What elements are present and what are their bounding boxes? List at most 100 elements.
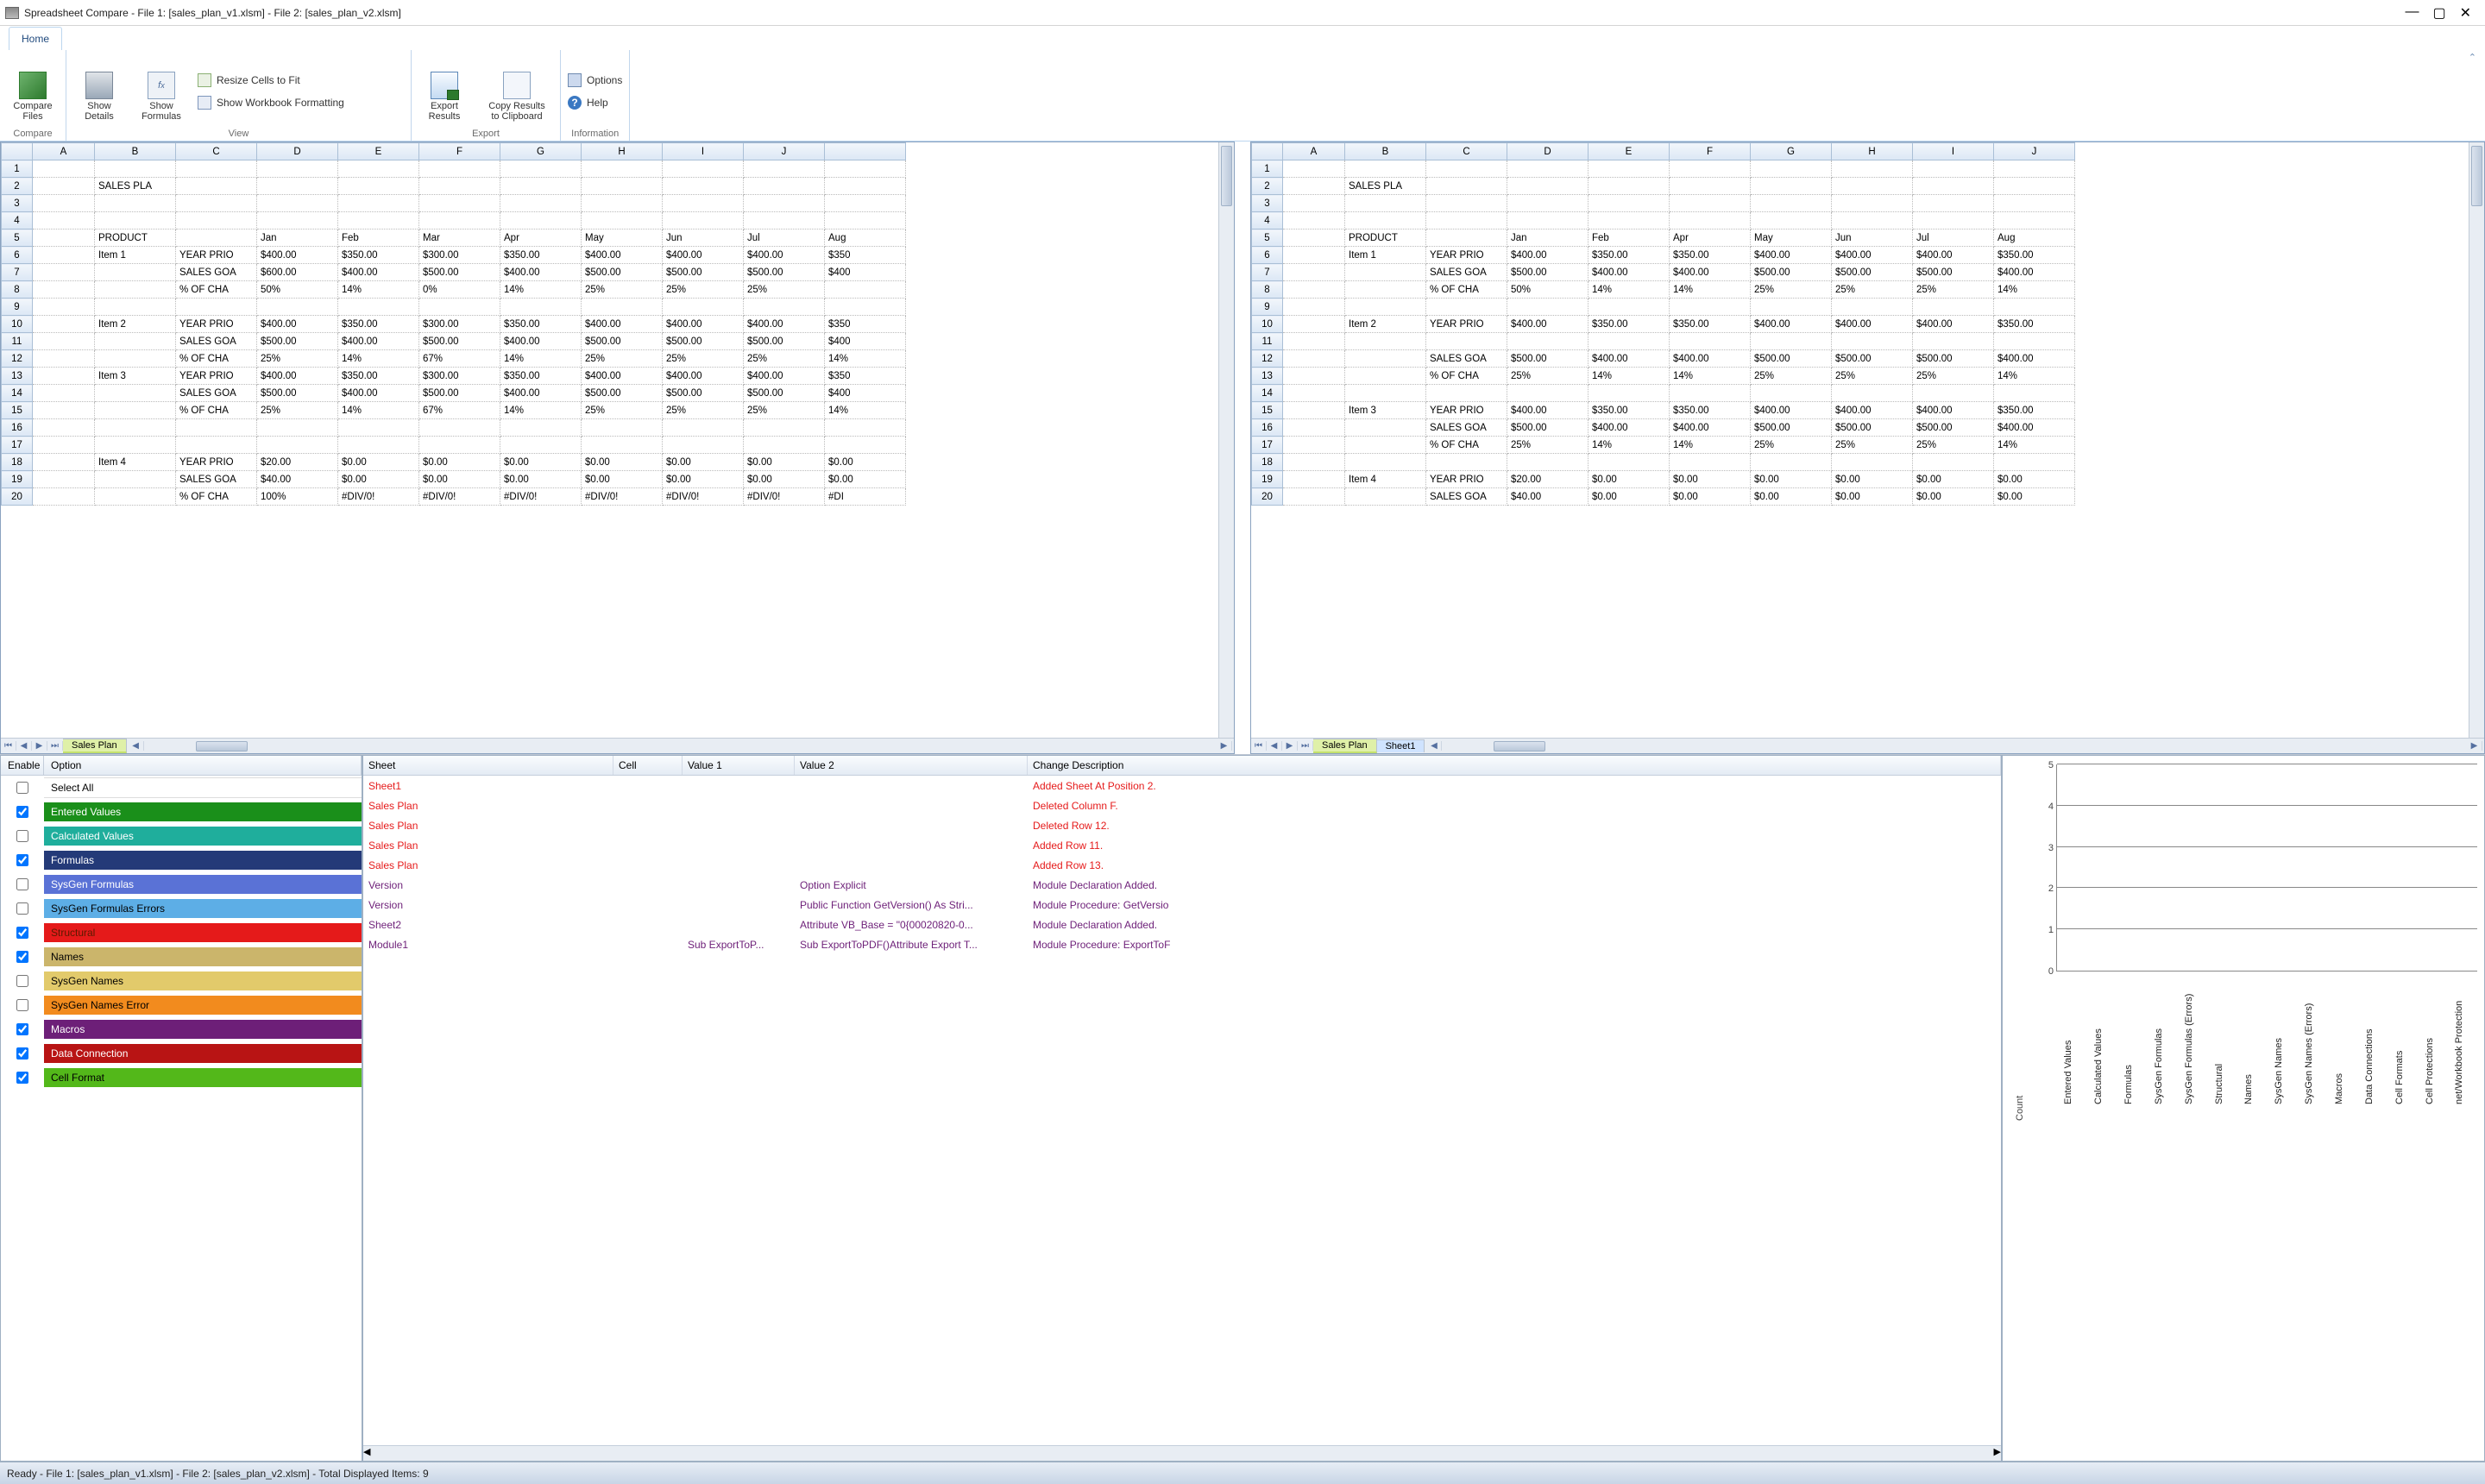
- cell[interactable]: $400.00: [744, 316, 825, 333]
- cell[interactable]: SALES GOA: [176, 385, 257, 402]
- left-sheet-tab[interactable]: Sales Plan: [63, 739, 127, 753]
- cell[interactable]: 14%: [825, 350, 906, 368]
- cell[interactable]: [1832, 299, 1913, 316]
- cell[interactable]: Aug: [1994, 230, 2075, 247]
- cell[interactable]: $400.00: [1994, 419, 2075, 437]
- row-header[interactable]: 6: [1252, 247, 1283, 264]
- cell[interactable]: 25%: [744, 402, 825, 419]
- cell[interactable]: $0.00: [500, 454, 582, 471]
- cell[interactable]: [500, 437, 582, 454]
- cell[interactable]: $0.00: [1751, 471, 1832, 488]
- cell[interactable]: [1507, 454, 1589, 471]
- row-header[interactable]: 6: [2, 247, 33, 264]
- cell[interactable]: 25%: [1751, 281, 1832, 299]
- cell[interactable]: [257, 160, 338, 178]
- cell[interactable]: [1507, 195, 1589, 212]
- cell[interactable]: #DIV/0!: [582, 488, 663, 506]
- cell[interactable]: [95, 195, 176, 212]
- cell[interactable]: [582, 212, 663, 230]
- row-header[interactable]: 8: [1252, 281, 1283, 299]
- copy-results-button[interactable]: Copy Results to Clipboard: [481, 60, 553, 123]
- cell[interactable]: [1832, 385, 1913, 402]
- cell[interactable]: Item 1: [95, 247, 176, 264]
- result-row[interactable]: Sheet2Attribute VB_Base = "0{00020820-0.…: [363, 915, 2001, 934]
- row-header[interactable]: 12: [1252, 350, 1283, 368]
- cell[interactable]: [1832, 160, 1913, 178]
- cell[interactable]: [33, 230, 95, 247]
- cell[interactable]: [33, 333, 95, 350]
- cell[interactable]: $0.00: [1751, 488, 1832, 506]
- row-header[interactable]: 7: [2, 264, 33, 281]
- cell[interactable]: $400.00: [582, 368, 663, 385]
- row-header[interactable]: 1: [2, 160, 33, 178]
- cell[interactable]: [257, 212, 338, 230]
- col-desc[interactable]: Change Description: [1028, 756, 2001, 775]
- cell[interactable]: [744, 299, 825, 316]
- cell[interactable]: [825, 212, 906, 230]
- option-checkbox[interactable]: [16, 782, 28, 794]
- cell[interactable]: [1994, 212, 2075, 230]
- cell[interactable]: Item 1: [1345, 247, 1426, 264]
- cell[interactable]: [33, 454, 95, 471]
- cell[interactable]: 25%: [663, 281, 744, 299]
- cell[interactable]: [419, 212, 500, 230]
- result-row[interactable]: Sales PlanDeleted Row 12.: [363, 815, 2001, 835]
- results-list[interactable]: Sheet1Added Sheet At Position 2.Sales Pl…: [363, 776, 2001, 1445]
- cell[interactable]: $0.00: [338, 471, 419, 488]
- cell[interactable]: [1345, 419, 1426, 437]
- cell[interactable]: [1283, 333, 1345, 350]
- cell[interactable]: [663, 178, 744, 195]
- row-header[interactable]: 3: [1252, 195, 1283, 212]
- cell[interactable]: $20.00: [1507, 471, 1589, 488]
- cell[interactable]: $600.00: [257, 264, 338, 281]
- cell[interactable]: [1589, 299, 1670, 316]
- tab-nav-first[interactable]: ⏮: [1, 741, 16, 751]
- cell[interactable]: [1670, 178, 1751, 195]
- cell[interactable]: 14%: [1994, 437, 2075, 454]
- cell[interactable]: [1283, 385, 1345, 402]
- cell[interactable]: [744, 212, 825, 230]
- cell[interactable]: Mar: [419, 230, 500, 247]
- cell[interactable]: SALES GOA: [1426, 419, 1507, 437]
- cell[interactable]: $500.00: [1913, 264, 1994, 281]
- cell[interactable]: [825, 419, 906, 437]
- cell[interactable]: 25%: [1507, 368, 1589, 385]
- cell[interactable]: $0.00: [744, 454, 825, 471]
- cell[interactable]: $0.00: [825, 454, 906, 471]
- right-grid[interactable]: ABCDEFGHIJ12SALES PLA345PRODUCTJanFebApr…: [1251, 142, 2156, 506]
- cell[interactable]: [1345, 264, 1426, 281]
- cell[interactable]: $350.00: [500, 316, 582, 333]
- cell[interactable]: SALES PLA: [95, 178, 176, 195]
- row-header[interactable]: 8: [2, 281, 33, 299]
- col-header[interactable]: F: [419, 143, 500, 160]
- cell[interactable]: [663, 160, 744, 178]
- cell[interactable]: [419, 437, 500, 454]
- right-hscroll[interactable]: ◀▶: [1425, 739, 2484, 753]
- cell[interactable]: [33, 281, 95, 299]
- cell[interactable]: [1283, 471, 1345, 488]
- cell[interactable]: [582, 160, 663, 178]
- cell[interactable]: [338, 160, 419, 178]
- cell[interactable]: [1283, 368, 1345, 385]
- cell[interactable]: [1426, 230, 1507, 247]
- cell[interactable]: $400: [825, 333, 906, 350]
- cell[interactable]: [95, 471, 176, 488]
- cell[interactable]: $400.00: [744, 247, 825, 264]
- cell[interactable]: [1589, 385, 1670, 402]
- cell[interactable]: [500, 195, 582, 212]
- col-value2[interactable]: Value 2: [795, 756, 1028, 775]
- cell[interactable]: [1913, 385, 1994, 402]
- cell[interactable]: [582, 437, 663, 454]
- cell[interactable]: $0.00: [582, 454, 663, 471]
- cell[interactable]: 14%: [1670, 281, 1751, 299]
- cell[interactable]: Apr: [500, 230, 582, 247]
- row-header[interactable]: 7: [1252, 264, 1283, 281]
- cell[interactable]: Item 3: [1345, 402, 1426, 419]
- cell[interactable]: [1507, 212, 1589, 230]
- row-header[interactable]: 14: [2, 385, 33, 402]
- cell[interactable]: [1345, 212, 1426, 230]
- cell[interactable]: SALES GOA: [176, 333, 257, 350]
- row-header[interactable]: 20: [2, 488, 33, 506]
- cell[interactable]: [663, 419, 744, 437]
- option-checkbox[interactable]: [16, 830, 28, 842]
